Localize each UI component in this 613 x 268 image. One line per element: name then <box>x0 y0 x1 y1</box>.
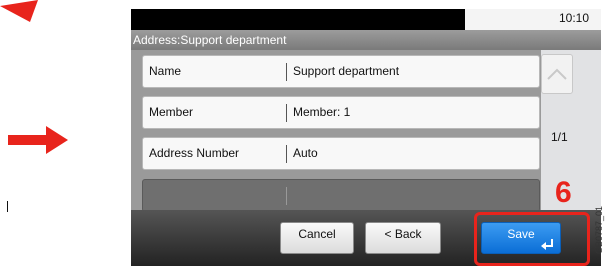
row-divider <box>286 145 287 163</box>
row-label: Address Number <box>149 146 240 160</box>
save-highlight-frame <box>474 212 590 266</box>
step-number: 6 <box>555 176 572 209</box>
cancel-button[interactable]: Cancel <box>280 222 354 254</box>
row-member[interactable]: Member Member: 1 <box>142 96 540 129</box>
screen-title: Address:Support department <box>131 30 601 50</box>
row-divider <box>286 187 287 205</box>
chevron-up-icon <box>547 68 567 80</box>
row-name[interactable]: Name Support department <box>142 55 540 88</box>
row-value: Auto <box>293 146 318 160</box>
address-detail-list: Name Support department Member Member: 1… <box>131 50 541 212</box>
page-indicator: 1/1 <box>551 130 568 144</box>
row-label: Member <box>149 105 194 119</box>
figure-id: GB0787_01 <box>590 196 608 264</box>
row-divider <box>286 104 287 122</box>
row-value: Member: 1 <box>293 105 351 119</box>
edge-tick <box>7 201 8 212</box>
status-message-area <box>131 9 465 30</box>
row-address-number[interactable]: Address Number Auto <box>142 137 540 170</box>
row-empty <box>142 179 540 212</box>
row-divider <box>286 63 287 81</box>
clock: 10:10 <box>558 11 589 25</box>
scroll-up-button[interactable] <box>541 54 573 94</box>
row-value: Support department <box>293 64 400 78</box>
status-bar: 10:10 <box>131 9 601 30</box>
figure-id-text: GB0787_01 <box>594 205 604 255</box>
callout-arrow-top <box>0 0 38 22</box>
row-label: Name <box>149 64 182 78</box>
callout-arrow-middle <box>8 126 68 154</box>
back-button[interactable]: < Back <box>365 222 441 254</box>
